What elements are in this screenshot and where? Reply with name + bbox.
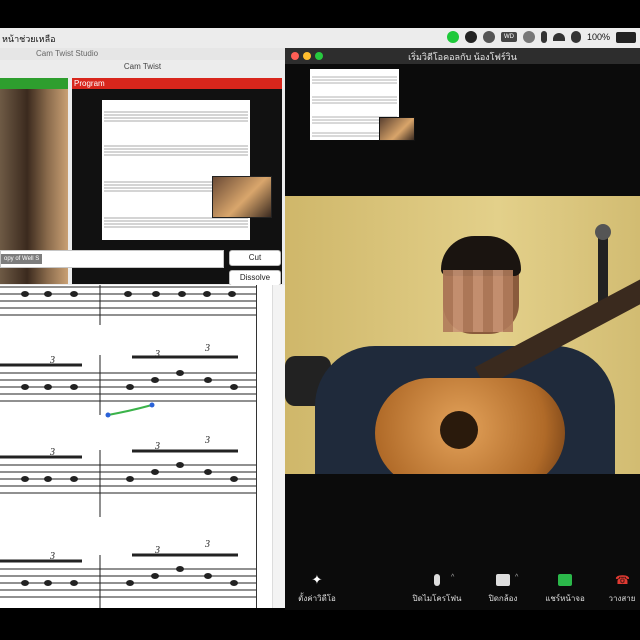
- zoom-title: เริ่มวิดีโอคอลกับ น้องโฟร์วิน: [408, 52, 517, 62]
- battery-percent: 100%: [586, 32, 610, 42]
- mute-label: ปิดไมโครโฟน: [412, 594, 462, 603]
- zoom-titlebar[interactable]: เริ่มวิดีโอคอลกับ น้องโฟร์วิน: [285, 48, 640, 64]
- bluetooth-icon[interactable]: [540, 31, 547, 43]
- video-options-chevron-icon[interactable]: ^: [515, 574, 518, 581]
- stop-video-label: ปิดกล้อง: [488, 594, 518, 603]
- scrollbar[interactable]: [272, 285, 286, 608]
- sync-icon[interactable]: [482, 31, 495, 43]
- wd-drive-icon[interactable]: WD: [500, 32, 517, 42]
- camtwist-controls: opy of Well S Cut Dissolve: [0, 246, 285, 286]
- sparkle-icon: ✦: [311, 572, 323, 587]
- status-icons: WD 100%: [446, 31, 636, 43]
- line-app-icon[interactable]: [446, 31, 459, 43]
- share-screen-label: แชร์หน้าจอ: [545, 594, 585, 603]
- program-header: Program: [72, 78, 282, 89]
- menubar: หน้าช่วยเหลือ WD 100%: [0, 28, 640, 49]
- stop-video-button[interactable]: ปิดกล้อง: [473, 570, 533, 605]
- svg-text:3: 3: [204, 539, 210, 550]
- program-sheet-music: [102, 100, 250, 240]
- preview-header: [0, 78, 68, 89]
- sheet-music-page: 3 3 3 3 3 3 3 3 3: [0, 285, 286, 608]
- leave-call-button[interactable]: ☎ วางสาย: [597, 570, 640, 605]
- svg-text:3: 3: [204, 343, 210, 354]
- mute-button[interactable]: ปิดไมโครโฟน: [407, 570, 467, 605]
- dissolve-button[interactable]: Dissolve: [229, 270, 281, 286]
- svg-text:3: 3: [49, 355, 55, 366]
- zoom-window: เริ่มวิดีโอคอลกับ น้องโฟร์วิน ✦ ตั้งค่าว…: [285, 48, 640, 610]
- svg-text:3: 3: [154, 545, 160, 556]
- program-webcam-overlay: [212, 176, 272, 218]
- battery-icon[interactable]: [616, 31, 636, 43]
- video-settings-button[interactable]: ✦ ตั้งค่าวิดีโอ: [287, 570, 347, 605]
- help-menu[interactable]: หน้าช่วยเหลือ: [2, 32, 56, 46]
- ladybug-icon[interactable]: [464, 31, 477, 43]
- svg-text:3: 3: [154, 441, 160, 452]
- time-machine-icon[interactable]: [522, 31, 535, 43]
- share-screen-button[interactable]: แชร์หน้าจอ: [535, 570, 595, 605]
- wifi-icon[interactable]: [552, 33, 565, 41]
- phone-hangup-icon: ☎: [615, 573, 630, 587]
- guitar-soundhole: [440, 411, 478, 449]
- svg-text:3: 3: [154, 349, 160, 360]
- leave-label: วางสาย: [608, 594, 636, 603]
- sheet-music-notation: 3 3 3 3 3 3 3 3 3: [0, 285, 256, 608]
- svg-text:3: 3: [49, 447, 55, 458]
- annotation-stroke: [107, 404, 153, 416]
- volume-icon[interactable]: [570, 31, 581, 43]
- microphone-icon: [434, 574, 440, 586]
- share-screen-icon: [558, 574, 572, 586]
- program-staff-lines: [104, 111, 248, 228]
- video-settings-label: ตั้งค่าวิดีโอ: [298, 594, 336, 603]
- camtwist-title: Cam Twist: [123, 62, 162, 71]
- thumbnail-webcam: [379, 117, 415, 141]
- source-chip[interactable]: opy of Well S: [1, 254, 43, 264]
- face-blur: [443, 270, 513, 332]
- mic-options-chevron-icon[interactable]: ^: [451, 574, 454, 581]
- main-video-feed[interactable]: [285, 196, 640, 474]
- zoom-toolbar: ✦ ตั้งค่าวิดีโอ ปิดไมโครโฟน ^ ปิดกล้อง ^…: [285, 570, 640, 610]
- camera-icon: [496, 574, 510, 586]
- studio-title: Cam Twist Studio: [36, 49, 99, 58]
- cut-button[interactable]: Cut: [229, 250, 281, 266]
- svg-text:3: 3: [204, 435, 210, 446]
- page-edge: [256, 285, 257, 608]
- remote-video-thumbnail[interactable]: [310, 69, 415, 141]
- camtwist-window: Cam Twist Program opy of Well S Cut Diss…: [0, 60, 285, 286]
- source-list[interactable]: opy of Well S: [0, 250, 224, 268]
- svg-text:3: 3: [49, 551, 55, 562]
- microphone-stand: [595, 224, 611, 304]
